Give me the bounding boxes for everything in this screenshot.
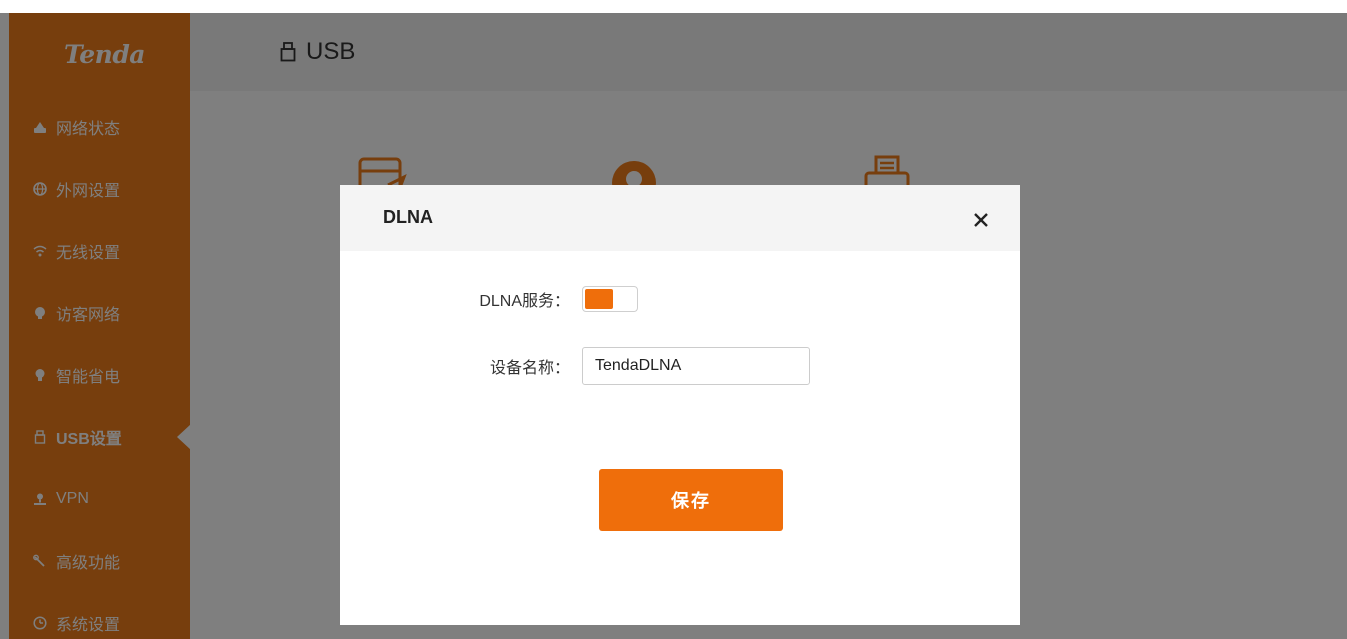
device-name-label: 设备名称： xyxy=(489,360,570,377)
toggle-on-indicator xyxy=(585,289,613,309)
dlna-service-toggle[interactable] xyxy=(582,286,638,312)
dlna-dialog: DLNA DLNA服务： 设备名称： 保存 xyxy=(340,185,1020,625)
device-name-row: 设备名称： xyxy=(340,346,1020,386)
router-admin-page: Tenda 网络状态 外网设置 无线设置 xyxy=(0,0,1347,639)
device-name-input[interactable] xyxy=(582,347,810,385)
dialog-header: DLNA xyxy=(340,185,1020,251)
save-button[interactable]: 保存 xyxy=(599,469,783,531)
dlna-service-label: DLNA服务： xyxy=(479,293,570,310)
page-frame: Tenda 网络状态 外网设置 无线设置 xyxy=(0,13,1347,639)
top-strip xyxy=(0,0,1347,13)
dlna-service-row: DLNA服务： xyxy=(340,279,1020,319)
dialog-title: DLNA xyxy=(383,207,433,227)
close-icon[interactable] xyxy=(972,211,990,229)
